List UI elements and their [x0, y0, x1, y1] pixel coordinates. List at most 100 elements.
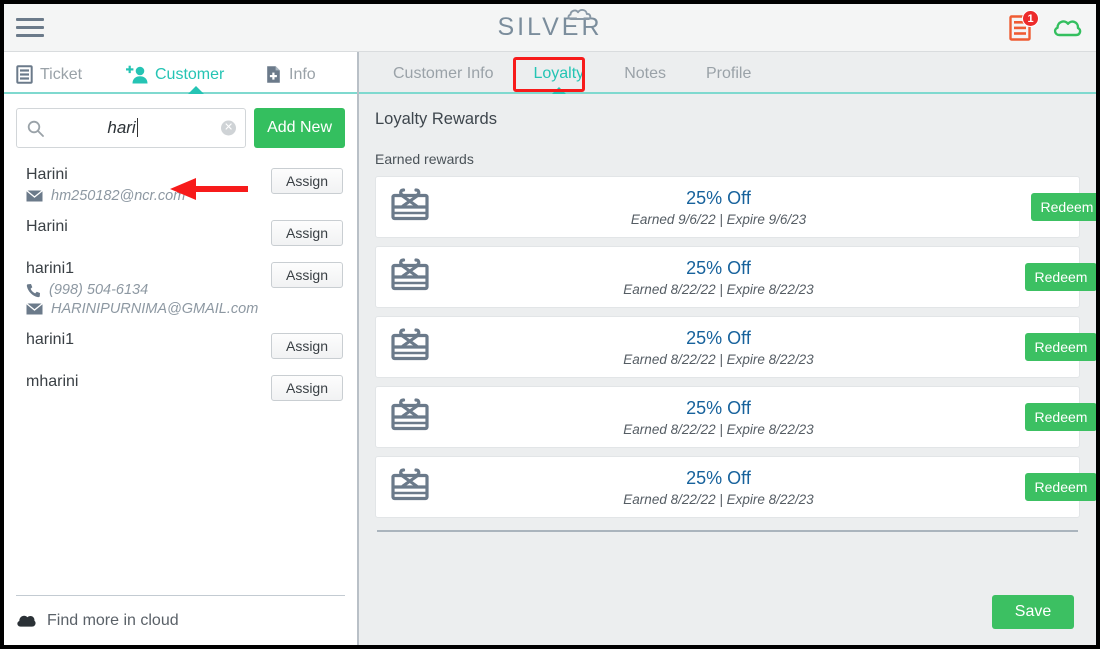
reward-card: 25% Off Earned 9/6/22 | Expire 9/6/23 Re…	[375, 176, 1096, 238]
customer-detail-panel: Customer Info Loyalty Notes Profile Loya…	[359, 52, 1096, 645]
reward-card: 25% Off Earned 8/22/22 | Expire 8/22/23 …	[375, 386, 1096, 448]
customer-phone-text: (998) 504-6134	[49, 282, 149, 298]
gift-card-icon	[390, 397, 432, 438]
cloud-sync-icon[interactable]	[1052, 17, 1082, 39]
redeem-button[interactable]: Redeem	[1031, 193, 1096, 221]
reward-dates: Earned 8/22/22 | Expire 8/22/23	[623, 421, 814, 437]
customer-name: Harini	[26, 166, 68, 183]
reward-amount: 25% Off	[686, 467, 751, 488]
phone-icon	[26, 283, 40, 297]
receipt-icon	[16, 65, 33, 84]
open-tickets-button[interactable]: 1	[1008, 10, 1039, 42]
divider	[377, 530, 1078, 532]
customer-email-text: HARINIPURNIMA@GMAIL.com	[51, 301, 259, 317]
search-input[interactable]: hari ✕	[16, 108, 247, 148]
redeem-button[interactable]: Redeem	[1025, 263, 1096, 291]
gift-card-icon	[390, 327, 432, 368]
search-value: hari	[107, 118, 136, 137]
add-person-icon	[126, 65, 148, 84]
active-tab-caret	[188, 86, 204, 94]
reward-dates: Earned 8/22/22 | Expire 8/22/23	[623, 491, 814, 507]
redeem-button[interactable]: Redeem	[1025, 473, 1096, 501]
logo-cloud-icon	[567, 9, 591, 20]
add-new-customer-button[interactable]: Add New	[254, 108, 345, 148]
ticket-count-badge: 1	[1022, 10, 1039, 27]
redeem-button[interactable]: Redeem	[1025, 333, 1096, 361]
tab-info-label: Info	[289, 65, 316, 83]
assign-button[interactable]: Assign	[271, 168, 343, 194]
reward-details: 25% Off Earned 8/22/22 | Expire 8/22/23	[432, 398, 1065, 437]
tab-ticket[interactable]: Ticket	[10, 65, 126, 92]
reward-dates: Earned 8/22/22 | Expire 8/22/23	[623, 351, 814, 367]
customer-phone: (998) 504-6134	[26, 282, 271, 298]
tab-customer-info[interactable]: Customer Info	[373, 65, 513, 92]
customer-info: mharini	[18, 373, 271, 395]
customer-results-list: Harini hm250182@ncr.com Assign Harini As…	[4, 158, 357, 595]
gift-card-icon	[390, 467, 432, 508]
find-more-in-cloud-button[interactable]: Find more in cloud	[16, 595, 345, 645]
list-item[interactable]: harini1 (998) 504-6134 HARINIPURNIMA@GMA…	[18, 252, 343, 323]
document-add-icon	[267, 66, 280, 83]
find-more-in-cloud-label: Find more in cloud	[47, 611, 179, 629]
tab-notes[interactable]: Notes	[604, 65, 686, 92]
customer-email: HARINIPURNIMA@GMAIL.com	[26, 301, 271, 317]
customer-name: Harini	[26, 218, 68, 235]
reward-details: 25% Off Earned 9/6/22 | Expire 9/6/23	[432, 188, 1065, 227]
reward-amount: 25% Off	[686, 327, 751, 348]
tab-info[interactable]: Info	[266, 65, 356, 92]
reward-amount: 25% Off	[686, 397, 751, 418]
cloud-icon	[17, 615, 36, 627]
customer-search-row: hari ✕ Add New	[4, 94, 357, 158]
clear-search-icon[interactable]: ✕	[221, 120, 237, 136]
assign-button[interactable]: Assign	[271, 375, 343, 401]
customer-info: Harini	[18, 218, 271, 240]
reward-card: 25% Off Earned 8/22/22 | Expire 8/22/23 …	[375, 246, 1096, 308]
customer-info: Harini hm250182@ncr.com	[18, 166, 271, 204]
active-tab-caret	[551, 87, 566, 94]
tab-profile[interactable]: Profile	[686, 65, 771, 92]
customer-info: harini1	[18, 331, 271, 353]
save-button[interactable]: Save	[992, 595, 1074, 629]
customer-name: harini1	[26, 331, 75, 348]
customer-info: harini1 (998) 504-6134 HARINIPURNIMA@GMA…	[18, 260, 271, 317]
list-item[interactable]: Harini hm250182@ncr.com Assign	[18, 158, 343, 210]
tab-loyalty-label: Loyalty	[533, 65, 585, 82]
assign-button[interactable]: Assign	[271, 262, 343, 288]
reward-amount: 25% Off	[686, 187, 751, 208]
customer-panel: Ticket Customer Info hari ✕ Add New Hari…	[4, 52, 359, 645]
envelope-icon	[26, 303, 43, 315]
right-tab-bar: Customer Info Loyalty Notes Profile	[359, 52, 1096, 94]
search-value-wrapper: hari	[44, 118, 235, 138]
left-tab-bar: Ticket Customer Info	[4, 52, 357, 94]
reward-card: 25% Off Earned 8/22/22 | Expire 8/22/23 …	[375, 456, 1096, 518]
list-item[interactable]: Harini Assign	[18, 210, 343, 252]
reward-dates: Earned 9/6/22 | Expire 9/6/23	[630, 211, 807, 227]
reward-card: 25% Off Earned 8/22/22 | Expire 8/22/23 …	[375, 316, 1096, 378]
customer-name: harini1	[26, 260, 75, 277]
text-cursor	[136, 118, 138, 137]
app-header: SILVER 1	[4, 4, 1096, 52]
silver-logo: SILVER	[4, 9, 1096, 42]
gift-card-icon	[390, 257, 432, 298]
customer-name: mharini	[26, 373, 79, 390]
tab-ticket-label: Ticket	[40, 65, 83, 83]
redeem-button[interactable]: Redeem	[1025, 403, 1096, 431]
list-item[interactable]: mharini Assign	[18, 365, 343, 407]
earned-rewards-label: Earned rewards	[375, 151, 474, 167]
reward-details: 25% Off Earned 8/22/22 | Expire 8/22/23	[432, 328, 1065, 367]
customer-email-text: hm250182@ncr.com	[51, 188, 186, 204]
loyalty-content: Loyalty Rewards Earned rewards 25% Off E…	[359, 94, 1096, 579]
assign-button[interactable]: Assign	[271, 220, 343, 246]
header-actions: 1	[1008, 4, 1082, 52]
hamburger-menu-icon[interactable]	[16, 15, 46, 41]
pos-application-window: SILVER 1 Ticket Customer Info hari ✕ Add…	[4, 4, 1096, 645]
tab-customer[interactable]: Customer	[126, 65, 266, 94]
loyalty-footer: Save	[359, 579, 1096, 645]
tab-customer-label: Customer	[155, 65, 225, 83]
tab-loyalty[interactable]: Loyalty	[513, 65, 604, 94]
page-title: Loyalty Rewards	[375, 110, 497, 128]
assign-button[interactable]: Assign	[271, 333, 343, 359]
list-item[interactable]: harini1 Assign	[18, 323, 343, 365]
reward-amount: 25% Off	[686, 257, 751, 278]
search-icon	[27, 120, 44, 137]
